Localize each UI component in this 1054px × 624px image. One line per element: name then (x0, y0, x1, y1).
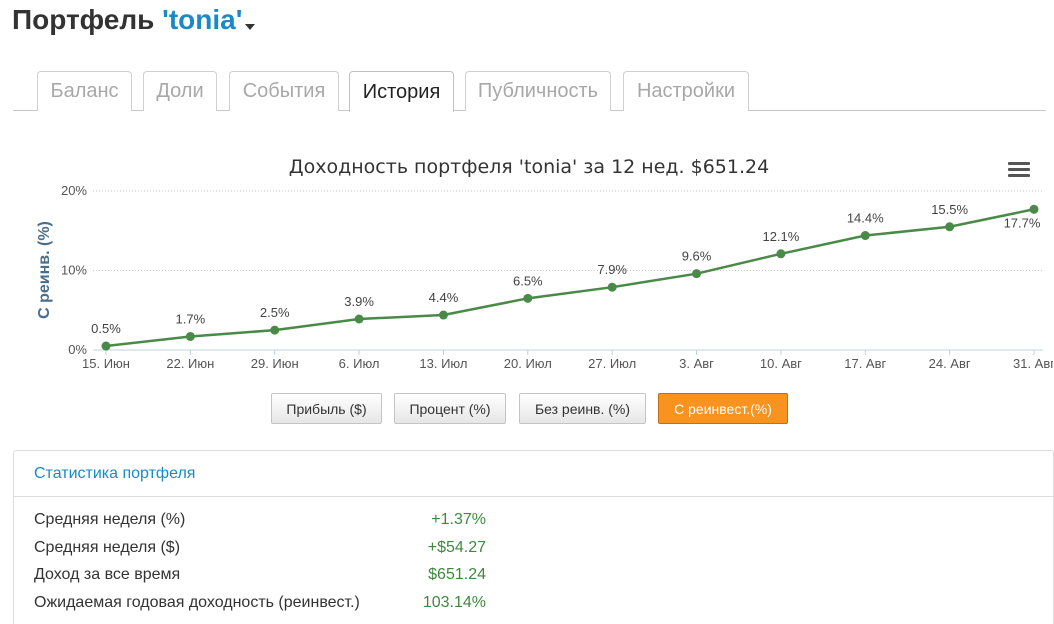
page-title-prefix: Портфель (12, 4, 163, 35)
x-tick-label: 13. Июл (419, 356, 467, 371)
tab-events[interactable]: События (229, 71, 339, 111)
returns-chart: Доходность портфеля 'tonia' за 12 нед. $… (13, 140, 1053, 380)
x-tick-label: 20. Июл (504, 356, 552, 371)
tab-history[interactable]: История (349, 71, 454, 112)
stat-value: $651.24 (428, 566, 486, 583)
data-point (438, 310, 448, 320)
tab-settings[interactable]: Настройки (623, 71, 749, 111)
chevron-down-icon[interactable] (245, 23, 256, 30)
x-tick-label: 10. Авг (760, 356, 802, 371)
portfolio-name: 'tonia' (162, 4, 243, 35)
y-tick-label: 0% (68, 342, 87, 357)
stat-row-avg-week-pct: Средняя неделя (%) +1.37% (34, 511, 486, 529)
data-label: 0.5% (91, 321, 121, 336)
x-tick-label: 17. Авг (844, 356, 886, 371)
data-label: 4.4% (429, 290, 459, 305)
tab-bar: Баланс Доли События История Публичность … (13, 71, 1046, 112)
data-point (1029, 204, 1039, 214)
y-tick-label: 10% (61, 263, 87, 278)
portfolio-stats-panel: Статистика портфеля Средняя неделя (%) +… (13, 450, 1054, 624)
chart-title: Доходность портфеля 'tonia' за 12 нед. $… (289, 156, 769, 178)
y-axis-label: С реинв. (%) (36, 221, 53, 319)
data-point (776, 249, 786, 259)
stat-label: Средняя неделя ($) (34, 539, 181, 556)
x-tick-label: 6. Июл (339, 356, 380, 371)
data-point (101, 341, 111, 351)
data-point (607, 282, 617, 292)
data-point (185, 331, 195, 341)
stat-row-expected-annual: Ожидаемая годовая доходность (реинвест.)… (34, 594, 486, 612)
stat-row-avg-week-usd: Средняя неделя ($) +$54.27 (34, 539, 486, 557)
stat-value: +$54.27 (427, 539, 486, 556)
chart-mode-buttons: Прибыль ($) Процент (%) Без реинв. (%) С… (0, 393, 1054, 425)
stat-value: +1.37% (431, 511, 486, 528)
stat-row-total-income: Доход за все время $651.24 (34, 566, 486, 584)
hamburger-menu-icon[interactable] (1008, 162, 1030, 180)
data-label: 3.9% (344, 294, 374, 309)
data-label: 14.4% (847, 211, 884, 226)
profit-mode-button[interactable]: Прибыль ($) (271, 393, 382, 424)
x-tick-label: 29. Июн (251, 356, 299, 371)
data-label: 15.5% (931, 202, 968, 217)
x-tick-label: 15. Июн (82, 356, 130, 371)
data-label: 9.6% (682, 249, 712, 264)
stat-label: Средняя неделя (%) (34, 511, 186, 528)
data-point (523, 293, 533, 303)
stats-title: Статистика портфеля (14, 451, 1053, 497)
stat-label: Ожидаемая годовая доходность (реинвест.) (34, 594, 360, 611)
data-label: 1.7% (176, 311, 206, 326)
page-title: Портфель 'tonia' (12, 4, 256, 36)
x-tick-label: 27. Июл (588, 356, 636, 371)
chart-svg: Доходность портфеля 'tonia' за 12 нед. $… (36, 156, 1053, 371)
tab-shares[interactable]: Доли (143, 71, 217, 111)
tab-balance[interactable]: Баланс (37, 71, 132, 111)
series-line (105, 208, 1035, 348)
x-tick-label: 22. Июн (166, 356, 214, 371)
data-label: 2.5% (260, 305, 290, 320)
data-point (692, 269, 702, 279)
percent-mode-button[interactable]: Процент (%) (394, 393, 506, 424)
no-reinvest-mode-button[interactable]: Без реинв. (%) (519, 393, 646, 424)
data-point (270, 325, 280, 335)
data-point (945, 222, 955, 232)
y-tick-label: 20% (61, 183, 87, 198)
data-point (354, 314, 364, 324)
stat-value: 103.14% (422, 594, 486, 611)
x-tick-label: 31. Авг (1013, 356, 1053, 371)
reinvest-mode-button[interactable]: С реинвест.(%) (658, 393, 788, 424)
data-point (860, 231, 870, 241)
tab-publicity[interactable]: Публичность (465, 71, 611, 111)
data-label: 7.9% (597, 262, 627, 277)
data-label: 17.7% (1004, 215, 1041, 230)
x-tick-label: 3. Авг (679, 356, 714, 371)
data-label: 12.1% (762, 229, 799, 244)
stat-label: Доход за все время (34, 566, 181, 583)
x-tick-label: 24. Авг (929, 356, 971, 371)
data-label: 6.5% (513, 273, 543, 288)
